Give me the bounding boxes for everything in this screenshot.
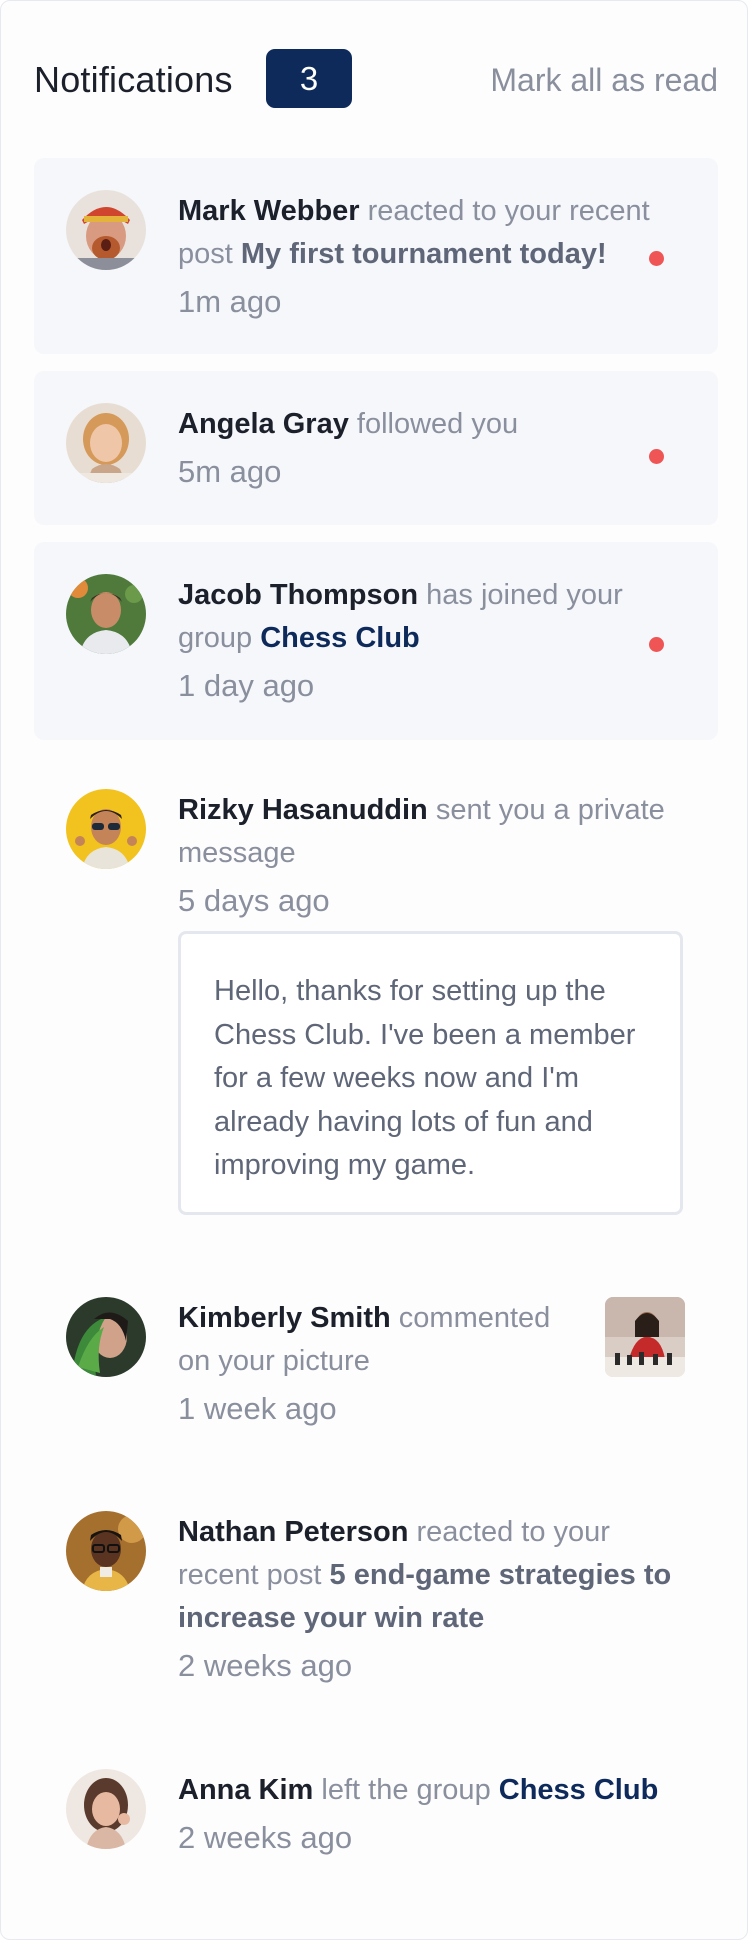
group-link[interactable]: Chess Club [499,1774,659,1806]
notification-item[interactable]: Kimberly Smith commented on your picture… [34,1265,718,1441]
notification-time: 5 days ago [178,883,330,918]
unread-dot [649,449,664,464]
group-link[interactable]: Chess Club [260,622,420,654]
notification-item[interactable]: Mark Webber reacted to your recent post … [34,158,718,354]
notification-item[interactable]: Jacob Thompson has joined your group Che… [34,542,718,740]
notification-time: 1m ago [178,284,282,319]
notification-item[interactable]: Nathan Peterson reacted to your recent p… [34,1479,718,1699]
notification-time: 2 weeks ago [178,1648,353,1683]
mark-all-as-read-button[interactable]: Mark all as read [490,62,718,99]
commented-picture-thumbnail[interactable] [605,1297,685,1377]
notification-time: 2 weeks ago [178,1820,353,1855]
avatar[interactable] [66,190,146,270]
avatar[interactable] [66,574,146,654]
sender-name[interactable]: Mark Webber [178,195,360,227]
avatar[interactable] [66,789,146,869]
notifications-header: Notifications 3 Mark all as read [34,49,718,109]
unread-dot [649,251,664,266]
notification-time: 1 week ago [178,1391,337,1426]
notification-time: 5m ago [178,454,282,489]
unread-dot [649,637,664,652]
notification-action: left the group [321,1774,491,1806]
unread-count-badge: 3 [266,49,352,108]
avatar[interactable] [66,1297,146,1377]
page-title: Notifications [34,59,233,100]
sender-name[interactable]: Jacob Thompson [178,579,418,611]
sender-name[interactable]: Nathan Peterson [178,1516,408,1548]
sender-name[interactable]: Anna Kim [178,1774,313,1806]
sender-name[interactable]: Angela Gray [178,408,349,440]
sender-name[interactable]: Rizky Hasanuddin [178,794,428,826]
notification-item[interactable]: Anna Kim left the group Chess Club 2 wee… [34,1737,718,1887]
avatar[interactable] [66,1769,146,1849]
notification-action: followed you [356,408,519,440]
post-title-link[interactable]: My first tournament today! [241,238,607,270]
notification-time: 1 day ago [178,668,315,703]
notifications-card: Notifications 3 Mark all as read Mark We… [0,0,748,1940]
notification-item[interactable]: Rizky Hasanuddin sent you a private mess… [34,757,718,1237]
avatar[interactable] [66,403,146,483]
avatar[interactable] [66,1511,146,1591]
sender-name[interactable]: Kimberly Smith [178,1302,391,1334]
notification-item[interactable]: Angela Gray followed you 5m ago [34,371,718,525]
private-message-preview[interactable]: Hello, thanks for setting up the Chess C… [178,931,683,1215]
